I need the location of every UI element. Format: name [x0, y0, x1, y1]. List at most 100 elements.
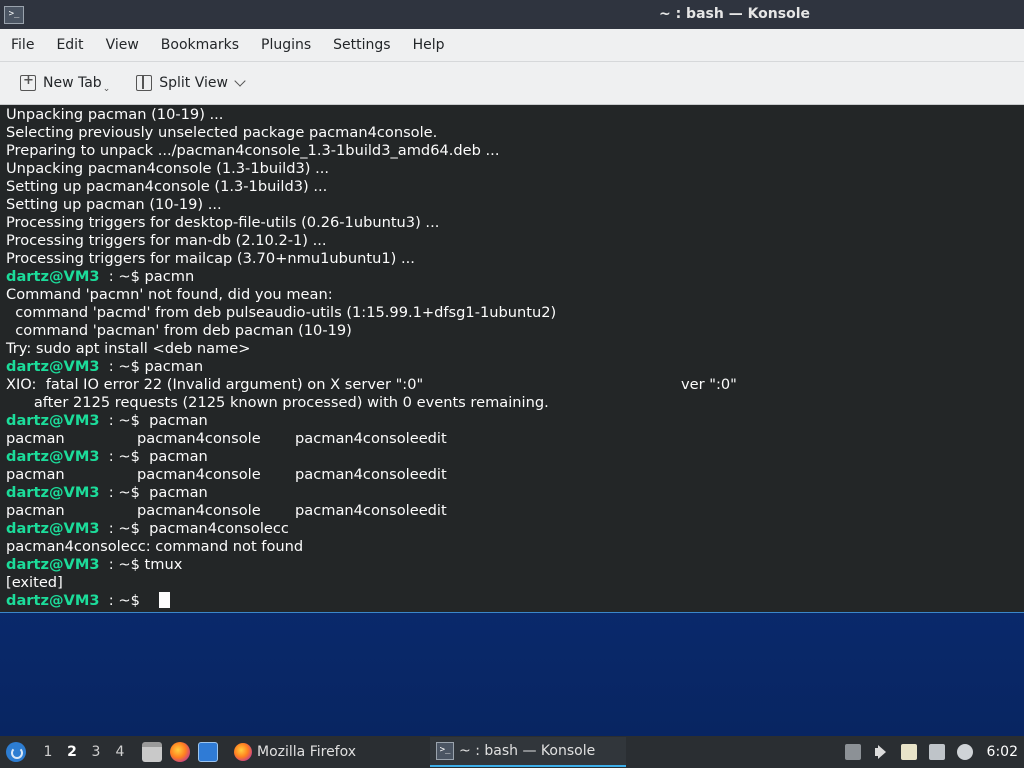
- task-firefox[interactable]: Mozilla Firefox: [228, 737, 362, 767]
- chevron-down-icon: [234, 75, 246, 87]
- menu-edit[interactable]: Edit: [45, 29, 94, 61]
- completion-item: pacman4consoleedit: [295, 502, 447, 519]
- new-tab-label: New Tab: [43, 75, 102, 91]
- workspace-4[interactable]: 4: [108, 744, 132, 760]
- menu-bar: File Edit View Bookmarks Plugins Setting…: [0, 29, 1024, 62]
- window-title: ~ : bash — Konsole: [658, 6, 811, 22]
- terminal-line: pacman4consolecc: command not found: [6, 538, 1024, 556]
- terminal-line: Processing triggers for desktop-file-uti…: [6, 214, 1024, 232]
- firefox-launcher-icon[interactable]: [170, 742, 190, 762]
- output-text: Selecting previously unselected package …: [6, 124, 438, 141]
- menu-bookmarks[interactable]: Bookmarks: [150, 29, 250, 61]
- prompt-path: : ~$: [99, 358, 145, 375]
- completion-item: pacman: [6, 430, 65, 447]
- terminal-line: Processing triggers for man-db (2.10.2-1…: [6, 232, 1024, 250]
- firefox-icon: [234, 743, 252, 761]
- prompt-path: : ~$: [99, 412, 150, 429]
- prompt-path: : ~$: [99, 556, 145, 573]
- terminal-line: pacman pacman4console pacman4consoleedit: [6, 466, 1024, 484]
- output-text: Command 'pacmn' not found, did you mean:: [6, 286, 333, 303]
- notifications-icon[interactable]: [956, 744, 973, 760]
- terminal-line: Command 'pacmn' not found, did you mean:: [6, 286, 1024, 304]
- terminal-line: Setting up pacman4console (1.3-1build3) …: [6, 178, 1024, 196]
- terminal-line: command 'pacman' from deb pacman (10-19): [6, 322, 1024, 340]
- command-text: pacmn: [144, 268, 195, 285]
- prompt-user: dartz@VM3: [6, 358, 100, 375]
- terminal-area[interactable]: Unpacking pacman (10-19) ... Selecting pr…: [0, 105, 1024, 611]
- terminal-line: dartz@VM3 : ~$ pacman: [6, 484, 1024, 502]
- completion-item: pacman4console: [137, 466, 261, 483]
- menu-plugins[interactable]: Plugins: [250, 29, 322, 61]
- output-text: XIO: fatal IO error 22 (Invalid argument…: [6, 376, 424, 393]
- completion-item: pacman: [6, 502, 65, 519]
- toolbar: New Tab ⌄ Split View: [0, 62, 1024, 105]
- workspace-2[interactable]: 2: [60, 744, 84, 760]
- command-text: pacman: [149, 412, 208, 429]
- application-launcher-icon[interactable]: [6, 742, 26, 762]
- terminal-line: dartz@VM3 : ~$ tmux: [6, 556, 1024, 574]
- split-view-label: Split View: [159, 75, 228, 91]
- file-manager-icon[interactable]: [142, 742, 162, 762]
- terminal-line: dartz@VM3 : ~$ pacman: [6, 412, 1024, 430]
- output-fragment: ver ":0": [681, 376, 737, 393]
- command-text: pacman4consolecc: [149, 520, 289, 537]
- menu-file[interactable]: File: [0, 29, 45, 61]
- completion-item: pacman4consoleedit: [295, 430, 447, 447]
- terminal-line: Preparing to unpack .../pacman4console_1…: [6, 142, 1024, 160]
- output-text: command 'pacmd' from deb pulseaudio-util…: [6, 304, 557, 321]
- task-konsole[interactable]: >_ ~ : bash — Konsole: [430, 737, 627, 767]
- updates-icon[interactable]: [844, 744, 861, 760]
- prompt-path: : ~$: [99, 592, 145, 609]
- terminal-line: [exited]: [6, 574, 1024, 592]
- prompt-user: dartz@VM3: [6, 520, 100, 537]
- output-text: Unpacking pacman4console (1.3-1build3) .…: [6, 160, 330, 177]
- output-text: command 'pacman' from deb pacman (10-19): [6, 322, 352, 339]
- workspace-1[interactable]: 1: [36, 744, 60, 760]
- output-text: Setting up pacman (10-19) ...: [6, 196, 222, 213]
- completion-item: pacman: [6, 466, 65, 483]
- network-icon[interactable]: [928, 744, 945, 760]
- command-text: tmux: [144, 556, 183, 573]
- konsole-icon: >_: [436, 742, 455, 760]
- split-view-icon: [136, 75, 153, 91]
- clock[interactable]: 6:02: [987, 744, 1018, 760]
- terminal-line: Unpacking pacman (10-19) ...: [6, 106, 1024, 124]
- output-text: after 2125 requests (2125 known processe…: [6, 394, 549, 411]
- new-tab-button[interactable]: New Tab ⌄: [14, 68, 116, 98]
- split-view-button[interactable]: Split View: [130, 68, 250, 98]
- task-konsole-label: ~ : bash — Konsole: [459, 743, 596, 759]
- prompt-path: : ~$: [99, 484, 150, 501]
- terminal-line: after 2125 requests (2125 known processe…: [6, 394, 1024, 412]
- workspace-3[interactable]: 3: [84, 744, 108, 760]
- completion-item: pacman4console: [137, 502, 261, 519]
- terminal-line: dartz@VM3 : ~$ pacman: [6, 358, 1024, 376]
- text-cursor: [158, 592, 170, 608]
- clipboard-icon[interactable]: [900, 744, 917, 760]
- terminal-line: Setting up pacman (10-19) ...: [6, 196, 1024, 214]
- volume-icon[interactable]: [873, 744, 889, 760]
- menu-help[interactable]: Help: [402, 29, 456, 61]
- title-bar[interactable]: >_ ~ : bash — Konsole: [0, 0, 1024, 29]
- dropdown-arrow-icon: ⌄: [102, 84, 111, 94]
- menu-view[interactable]: View: [95, 29, 150, 61]
- terminal-line: pacman pacman4console pacman4consoleedit: [6, 502, 1024, 520]
- command-text: pacman: [144, 358, 204, 375]
- output-text: Unpacking pacman (10-19) ...: [6, 106, 224, 123]
- prompt-user: dartz@VM3: [6, 592, 100, 609]
- task-firefox-label: Mozilla Firefox: [257, 744, 357, 760]
- terminal-line: dartz@VM3 : ~$ pacmn: [6, 268, 1024, 286]
- terminal-line: command 'pacmd' from deb pulseaudio-util…: [6, 304, 1024, 322]
- show-desktop-icon[interactable]: [198, 742, 218, 762]
- prompt-user: dartz@VM3: [6, 412, 100, 429]
- completion-item: pacman4console: [137, 430, 261, 447]
- new-tab-icon: [20, 73, 36, 91]
- terminal-line: Try: sudo apt install <deb name>: [6, 340, 1024, 358]
- taskbar: 1 2 3 4 Mozilla Firefox >_ ~ : bash — Ko…: [0, 736, 1024, 768]
- output-text: Processing triggers for mailcap (3.70+nm…: [6, 250, 415, 267]
- menu-settings[interactable]: Settings: [322, 29, 401, 61]
- output-text: Preparing to unpack .../pacman4console_1…: [6, 142, 500, 159]
- prompt-user: dartz@VM3: [6, 556, 100, 573]
- prompt-user: dartz@VM3: [6, 268, 100, 285]
- terminal-line: Unpacking pacman4console (1.3-1build3) .…: [6, 160, 1024, 178]
- prompt-path: : ~$: [99, 520, 150, 537]
